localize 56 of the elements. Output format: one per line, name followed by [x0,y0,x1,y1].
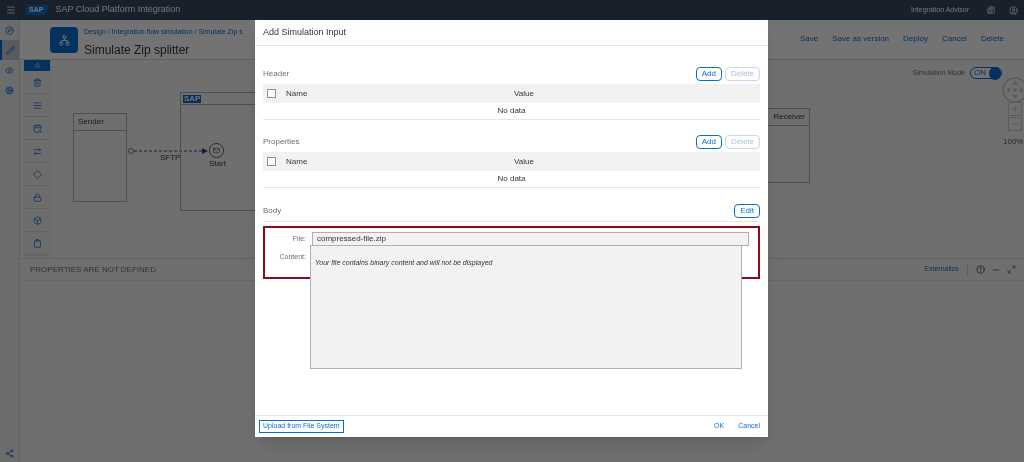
help-icon[interactable] [976,265,985,274]
file-name: compressed-file.zip [317,233,386,245]
diamond-icon[interactable] [32,169,42,179]
column-header: Value [514,155,534,168]
start-event[interactable] [209,143,224,158]
process-logo: SAP [183,94,202,103]
participant-box[interactable]: Sender [73,113,127,202]
no-data-text: No data [497,105,526,117]
nav-item[interactable] [0,40,19,60]
pencil-icon [6,45,15,55]
column-header: Name [286,87,309,100]
start-label: Start [209,158,226,170]
action-link[interactable]: Save as version [832,33,890,45]
menu-icon[interactable] [6,5,16,15]
trash-icon[interactable] [32,77,42,87]
no-data-text: No data [497,173,526,185]
zoom-level: 100% [1003,136,1024,148]
column-header: Value [514,87,534,100]
collapse-icon[interactable] [32,61,42,70]
section-title: Header [263,68,290,80]
lock-icon[interactable] [32,192,42,202]
action-link[interactable]: Cancel [941,33,967,45]
eye-icon [5,65,14,75]
checkbox[interactable] [267,89,276,98]
file-field[interactable]: compressed-file.zip [312,232,749,246]
participant-label: Sender [78,116,104,128]
envelope-icon [213,147,220,154]
action-link[interactable]: Delete [980,33,1004,45]
navigation-pad-icon[interactable] [1002,77,1024,103]
app-title: SAP Cloud Platform Integration [55,3,181,17]
clipboard-icon[interactable] [32,238,42,248]
expand-icon[interactable] [1007,265,1016,274]
edit-button[interactable]: Edit [734,203,760,218]
action-link[interactable]: Deploy [903,33,928,45]
cube-icon[interactable] [32,215,42,225]
network-icon [58,34,70,46]
user-icon[interactable] [1009,5,1018,15]
toggle-knob [989,66,1001,80]
dialog-title: Add Simulation Input [263,25,347,39]
participant-label: Receiver [773,111,805,123]
news-icon[interactable] [987,6,995,14]
simulation-toggle[interactable]: ON [970,67,1002,79]
gear-icon [5,85,14,95]
edge-label: SFTP [160,152,181,164]
list-icon[interactable] [32,100,42,110]
arrows-icon[interactable] [32,146,42,156]
page-title: Simulate Zip splitter [84,41,191,59]
network-icon[interactable] [5,449,14,458]
calendar-icon[interactable] [32,123,42,133]
add-button[interactable]: Add [695,67,722,81]
checkbox[interactable] [267,157,276,166]
add-button[interactable]: Add [695,135,722,149]
compass-icon [5,25,14,35]
column-header: Name [286,155,309,168]
toggle-text: ON [973,69,987,77]
action-link[interactable]: Save [799,33,819,45]
